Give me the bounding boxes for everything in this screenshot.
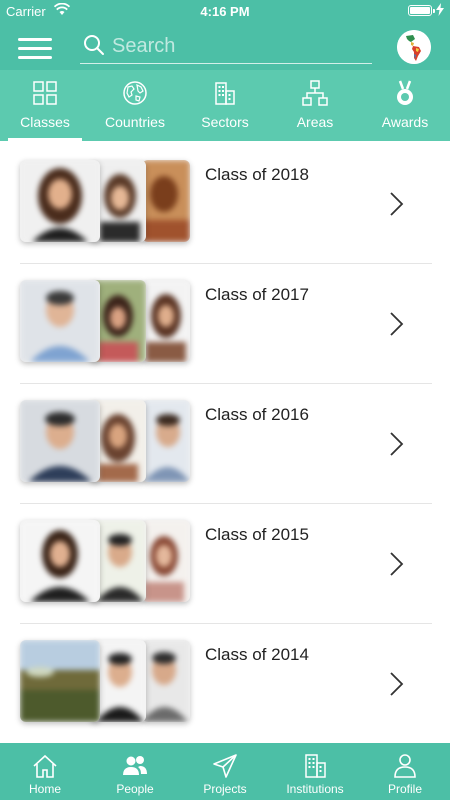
member-photo [20,160,100,242]
list-item[interactable]: Class of 2015 [0,504,450,624]
class-title: Class of 2018 [205,165,309,184]
nav-label: People [116,782,154,796]
list-item[interactable]: Class of 2016 [0,384,450,504]
member-photo [20,640,100,722]
person-icon [394,754,416,778]
nav-label: Projects [203,782,247,796]
nav-people[interactable]: People [90,743,180,800]
buildings-icon [215,82,235,105]
member-photo [142,400,190,482]
nav-institutions[interactable]: Institutions [270,743,360,800]
charging-bolt-icon [436,3,444,16]
chevron-right-icon[interactable] [388,311,406,337]
class-photos [20,520,192,602]
tab-label: Areas [296,114,334,130]
tab-classes[interactable]: Classes [0,70,90,141]
class-photos [20,400,192,482]
member-photo [20,400,100,482]
chevron-right-icon[interactable] [388,551,406,577]
nav-label: Home [28,782,61,796]
nav-label: Institutions [286,782,344,796]
app-header [0,22,450,70]
status-bar: Carrier 4:16 PM [0,0,450,22]
tab-label: Countries [105,114,165,130]
hierarchy-icon [302,80,328,106]
chevron-right-icon[interactable] [388,671,406,697]
search-icon [84,35,104,55]
hamburger-menu-icon[interactable] [18,38,52,60]
status-time: 4:16 PM [200,4,250,19]
nav-profile[interactable]: Profile [360,743,450,800]
list-item[interactable]: Class of 2018 [0,144,450,264]
class-title: Class of 2014 [205,645,309,664]
chevron-right-icon[interactable] [388,191,406,217]
category-tabs: Classes Countries Sectors Areas Awards [0,70,450,141]
list-item[interactable]: Class of 2014 [0,624,450,744]
tab-label: Awards [381,114,429,130]
chevron-right-icon[interactable] [388,431,406,457]
nav-projects[interactable]: Projects [180,743,270,800]
tab-areas[interactable]: Areas [270,70,360,141]
class-photos [20,640,192,722]
class-list: Class of 2018 Class of 2017 Class of 201… [0,144,450,744]
list-item[interactable]: Class of 2017 [0,264,450,384]
member-photo [142,160,190,242]
member-photo [142,640,190,722]
people-icon [123,756,147,775]
class-photos [20,160,192,242]
class-title: Class of 2016 [205,405,309,424]
class-photos [20,280,192,362]
class-title: Class of 2017 [205,285,309,304]
tab-countries[interactable]: Countries [90,70,180,141]
building-icon [305,754,326,778]
search-input[interactable] [112,30,367,62]
medal-icon [397,80,413,105]
tab-label: Classes [20,114,70,130]
top-bar: Carrier 4:16 PM [0,0,450,70]
paper-plane-icon [213,754,237,778]
nav-home[interactable]: Home [0,743,90,800]
member-photo [142,280,190,362]
tab-label: Sectors [201,114,249,130]
globe-icon [123,81,147,105]
member-photo [142,520,190,602]
grid-icon [33,81,57,105]
class-title: Class of 2015 [205,525,309,544]
tab-awards[interactable]: Awards [360,70,450,141]
member-photo [20,280,100,362]
nav-label: Profile [387,782,422,796]
member-photo [20,520,100,602]
americas-map-avatar[interactable] [397,30,431,64]
bottom-nav: Home People Projects Institutions Profil… [0,743,450,800]
tab-sectors[interactable]: Sectors [180,70,270,141]
search-bar [80,30,372,64]
battery-icon [408,5,435,16]
home-icon [33,754,57,778]
